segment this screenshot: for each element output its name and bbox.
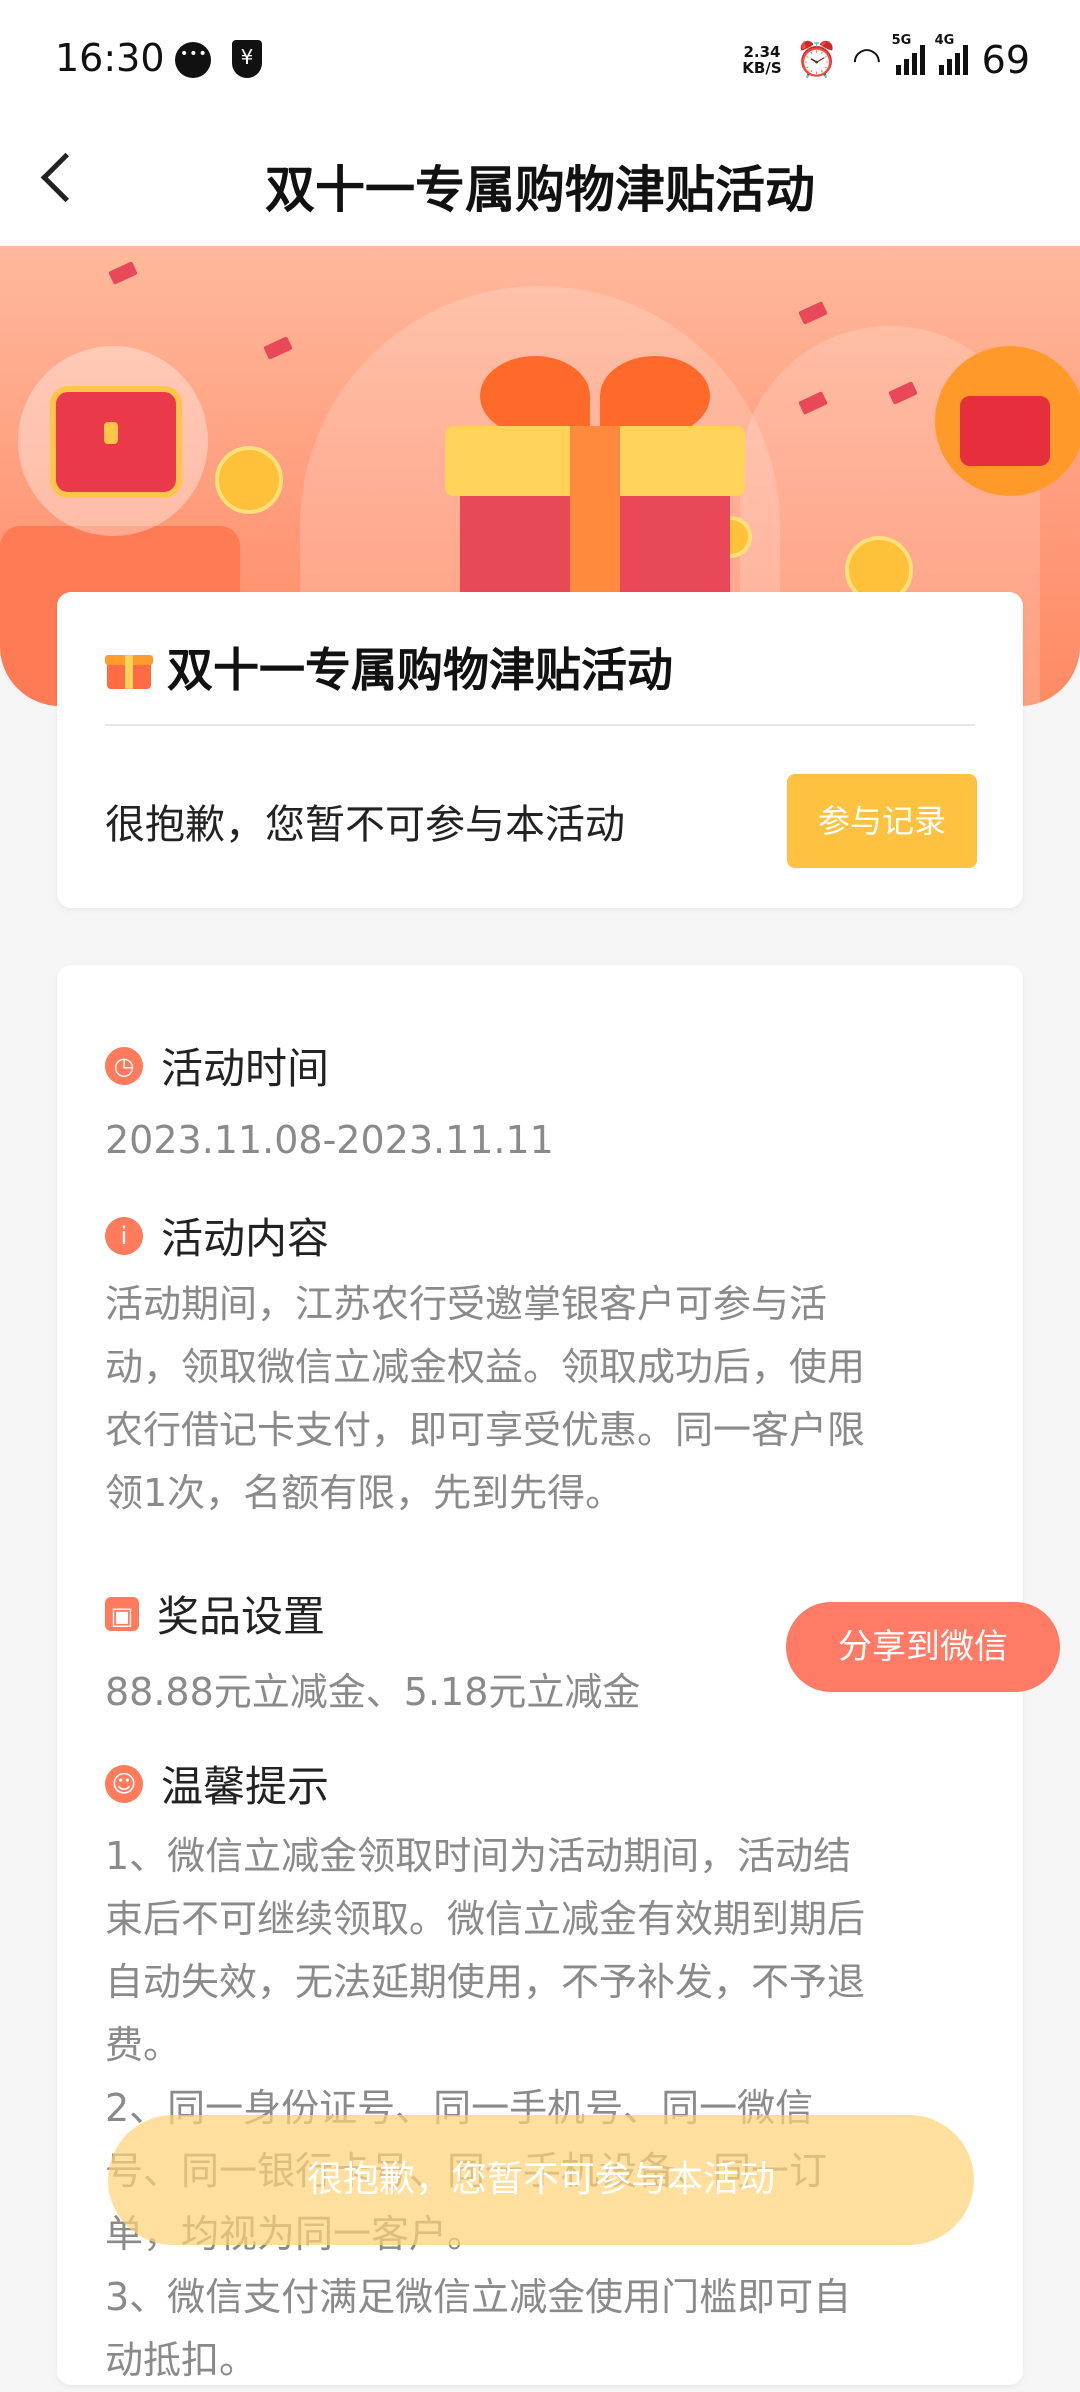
signal-5g-icon: 5G (892, 33, 925, 75)
activity-title: 双十一专属购物津贴活动 (167, 643, 673, 697)
alarm-icon: ⏰ (795, 40, 838, 80)
treasure-chest-icon (50, 386, 182, 498)
nav-bar: 双十一专属购物津贴活动 (0, 120, 1080, 246)
wifi-icon: ◠ (851, 40, 882, 80)
section-prize-title: 奖品设置 (157, 1592, 326, 1641)
section-time-title: 活动时间 (161, 1044, 330, 1093)
tips-text: 1、微信立减金领取时间为活动期间，活动结 束后不可继续领取。微信立减金有效期到期… (105, 1834, 866, 2382)
clock-icon: ◷ (105, 1046, 143, 1085)
status-right: 2.34 KB/S ⏰ ◠ 5G 4G 69 (742, 33, 1030, 82)
gift-bow-right (600, 356, 710, 436)
network2-label: 4G (934, 33, 955, 48)
page-title: 双十一专属购物津贴活动 (265, 161, 815, 219)
shield-yuan-icon: ¥ (232, 40, 262, 78)
network-speed: 2.34 KB/S (742, 44, 781, 76)
gift-icon: ▣ (105, 1596, 139, 1631)
section-tips-title: 温馨提示 (161, 1762, 330, 1811)
coin-icon (215, 446, 283, 514)
participation-record-button[interactable]: 参与记录 (787, 774, 977, 868)
section-content-header: i 活动内容 (105, 1205, 329, 1266)
battery-level: 69 (981, 38, 1030, 82)
section-tips-header: ☺ 温馨提示 (105, 1753, 329, 1814)
section-prize-header: ▣ 奖品设置 (105, 1583, 325, 1644)
signal-4g-icon: 4G (935, 33, 968, 75)
section-time-header: ◷ 活动时间 (105, 1035, 329, 1096)
network1-label: 5G (891, 33, 912, 48)
activity-content-text: 活动期间，江苏农行受邀掌银客户可参与活 动，领取微信立减金权益。领取成功后，使用… (105, 1282, 866, 1515)
gift-icon (105, 645, 153, 689)
confetti (798, 301, 828, 325)
confetti (263, 336, 293, 360)
status-bar: 16:30 ¥ 2.34 KB/S ⏰ ◠ 5G 4G 69 (0, 0, 1080, 120)
activity-card: 双十一专属购物津贴活动 很抱歉，您暂不可参与本活动 参与记录 (57, 592, 1023, 908)
speed-value: 2.34 (743, 43, 781, 61)
toast-message: 很抱歉，您暂不可参与本活动 (108, 2115, 974, 2245)
status-time: 16:30 (55, 36, 165, 80)
smile-icon: ☺ (105, 1764, 143, 1803)
section-content-title: 活动内容 (161, 1214, 330, 1263)
red-envelope-icon (960, 396, 1050, 466)
info-icon: i (105, 1216, 143, 1255)
message-icon (175, 42, 211, 78)
gift-bow-left (480, 356, 590, 436)
speed-unit: KB/S (742, 59, 782, 77)
activity-title-row: 双十一专属购物津贴活动 (105, 634, 673, 700)
divider (105, 724, 975, 726)
activity-time-value: 2023.11.08-2023.11.11 (105, 1118, 554, 1162)
share-to-wechat-button[interactable]: 分享到微信 (786, 1602, 1060, 1692)
ineligible-notice: 很抱歉，您暂不可参与本活动 (105, 802, 625, 848)
confetti (108, 261, 138, 285)
